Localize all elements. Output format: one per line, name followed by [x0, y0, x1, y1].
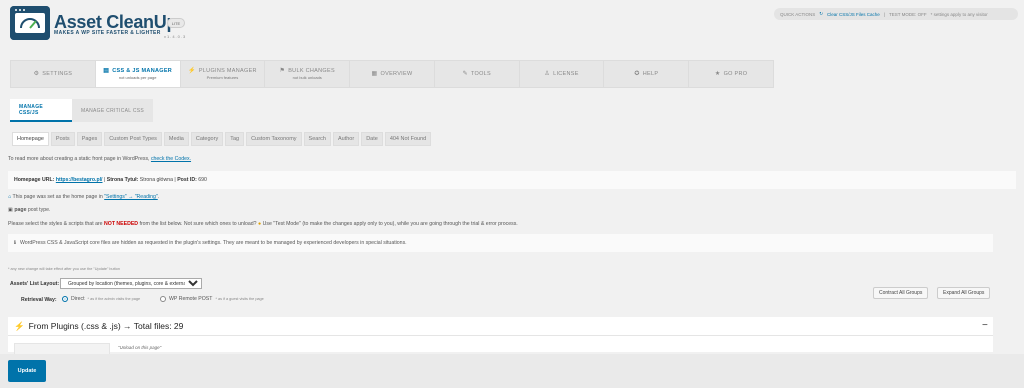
update-button[interactable]: Update: [8, 360, 46, 382]
collapse-icon[interactable]: −: [982, 320, 988, 331]
page-tab-posts[interactable]: Posts: [50, 132, 75, 146]
main-nav: ⚙ SETTINGS ▤ CSS & JS MANAGER not unloads pe…: [10, 60, 774, 88]
wordpress-icon: ▣: [8, 207, 13, 213]
nav-help[interactable]: ✪ HELP: [604, 61, 690, 87]
group-title: From Plugins (.css & .js) → Total files:…: [28, 321, 184, 331]
edition-badge: LITE: [167, 18, 185, 28]
retrieval-remote-option[interactable]: WP Remote POST * as if a guest visits th…: [160, 296, 264, 302]
page-type-tabs: Homepage Posts Pages Custom Post Types Media…: [12, 132, 432, 146]
nav-license[interactable]: ♙ LICENSE: [520, 61, 605, 87]
clear-cache-link[interactable]: Clear CSS/JS Files Cache: [827, 12, 880, 17]
list-layout-label: Assets' List Layout:: [10, 281, 60, 287]
select-instructions: Please select the styles & scripts that …: [8, 221, 518, 227]
list-icon: ▦: [371, 71, 378, 77]
homepage-info: Homepage URL: https://bestagro.pl/ | Str…: [8, 171, 1016, 189]
code-icon: ▤: [103, 68, 110, 74]
nav-label: OVERVIEW: [380, 71, 413, 77]
nav-label: SETTINGS: [42, 71, 73, 77]
homepage-url-link[interactable]: https://bestagro.pl/: [56, 177, 103, 183]
contract-all-groups-button[interactable]: Contract All Groups: [873, 287, 929, 299]
retrieval-direct-option[interactable]: Direct * as if the admin visits the page: [62, 296, 140, 302]
page-tab-pages[interactable]: Pages: [76, 132, 103, 146]
nav-css-js-manager[interactable]: ▤ CSS & JS MANAGER not unloads per page: [95, 61, 181, 87]
nav-label: BULK CHANGES: [288, 68, 335, 74]
tab-manage-critical-css[interactable]: MANAGE CRITICAL CSS: [72, 99, 154, 122]
post-type-badge: page: [14, 207, 27, 213]
test-mode-status[interactable]: TEST MODE: OFF: [889, 12, 927, 17]
nav-label: GO PRO: [723, 71, 748, 77]
help-icon: ✪: [634, 71, 640, 77]
nav-label: TOOLS: [470, 71, 491, 77]
tab-manage-css-js[interactable]: MANAGE CSS/JS: [10, 99, 72, 122]
nav-go-pro[interactable]: ★ GO PRO: [689, 61, 773, 87]
nav-sublabel: not bulk unloads: [292, 75, 322, 80]
nav-tools[interactable]: ✎ TOOLS: [435, 61, 520, 87]
bulk-icon: ⚑: [279, 68, 286, 74]
page-tab-custom-post-types[interactable]: Custom Post Types: [104, 132, 162, 146]
nav-sublabel: Premium features: [206, 75, 239, 80]
page-tab-date[interactable]: Date: [361, 132, 383, 146]
wrench-icon: ✎: [462, 71, 468, 77]
radio-remote-post[interactable]: [160, 296, 166, 302]
nav-overview[interactable]: ▦ OVERVIEW: [350, 61, 435, 87]
sub-tabs: MANAGE CSS/JS MANAGE CRITICAL CSS: [10, 99, 158, 122]
retrieval-way-label: Retrieval Way:: [21, 297, 57, 303]
codex-link[interactable]: check the Codex.: [151, 156, 191, 162]
page-tab-custom-taxonomy[interactable]: Custom Taxonomy: [246, 132, 302, 146]
refresh-icon: ↻: [819, 11, 824, 16]
page-tab-category[interactable]: Category: [190, 132, 224, 146]
page-tab-tag[interactable]: Tag: [225, 132, 245, 146]
plug-icon: ⚡: [14, 320, 25, 331]
page-title-value: Strona główna: [139, 177, 173, 183]
nav-settings[interactable]: ⚙ SETTINGS: [11, 61, 96, 87]
page-tab-404-not-found[interactable]: 404 Not Found: [384, 132, 432, 146]
change-note: * any new change will take effect after …: [8, 267, 120, 271]
nav-sublabel: not unloads per page: [118, 75, 157, 80]
nav-label: HELP: [642, 71, 659, 77]
page-tab-author[interactable]: Author: [332, 132, 360, 146]
info-icon: ℹ: [14, 240, 16, 246]
nav-plugins-manager[interactable]: ⚡ PLUGINS MANAGER Premium features: [181, 61, 266, 87]
bottom-bar: [0, 354, 1024, 388]
nav-label: CSS & JS MANAGER: [112, 68, 173, 74]
quick-actions-bar: QUICK ACTIONS ↻ Clear CSS/JS Files Cache…: [774, 8, 1018, 20]
page-tab-search[interactable]: Search: [303, 132, 331, 146]
logo-subtitle: MAKES A WP SITE FASTER & LIGHTER: [54, 30, 161, 36]
expand-all-groups-button[interactable]: Expand All Groups: [937, 287, 991, 299]
core-files-notice: ℹ WordPress CSS & JavaScript core files …: [8, 234, 993, 252]
settings-reading-link[interactable]: "Settings" → "Reading": [104, 194, 158, 200]
home-icon: ⌂: [8, 194, 12, 200]
nav-bulk-changes[interactable]: ⚑ BULK CHANGES not bulk unloads: [265, 61, 351, 87]
test-mode-note: * settings apply to any visitor: [930, 11, 988, 17]
post-type-line: ▣ page post type.: [8, 207, 51, 213]
nav-label: PLUGINS MANAGER: [198, 68, 257, 74]
plugins-group-header[interactable]: ⚡ From Plugins (.css & .js) → Total file…: [8, 317, 993, 336]
user-icon: ♙: [544, 71, 551, 77]
gear-icon: ⚙: [33, 71, 40, 77]
home-set-line: ⌂ This page was set as the home page in …: [8, 194, 160, 200]
quick-actions-label: QUICK ACTIONS: [780, 11, 816, 17]
lightbulb-icon: ●: [258, 221, 262, 227]
version-label: v1.4.0.3: [164, 34, 187, 39]
page-tab-media[interactable]: Media: [163, 132, 189, 146]
logo-icon: [10, 6, 50, 40]
page-tab-homepage[interactable]: Homepage: [12, 132, 49, 146]
radio-direct[interactable]: [62, 296, 68, 302]
star-icon: ★: [714, 71, 721, 77]
post-id-value: 690: [198, 177, 207, 183]
nav-label: LICENSE: [553, 71, 579, 77]
unload-note: "Unload on this page": [118, 345, 162, 350]
plug-icon: ⚡: [188, 68, 196, 74]
read-more-line: To read more about creating a static fro…: [8, 156, 192, 162]
list-layout-select[interactable]: Grouped by location (themes, plugins, co…: [60, 278, 202, 289]
